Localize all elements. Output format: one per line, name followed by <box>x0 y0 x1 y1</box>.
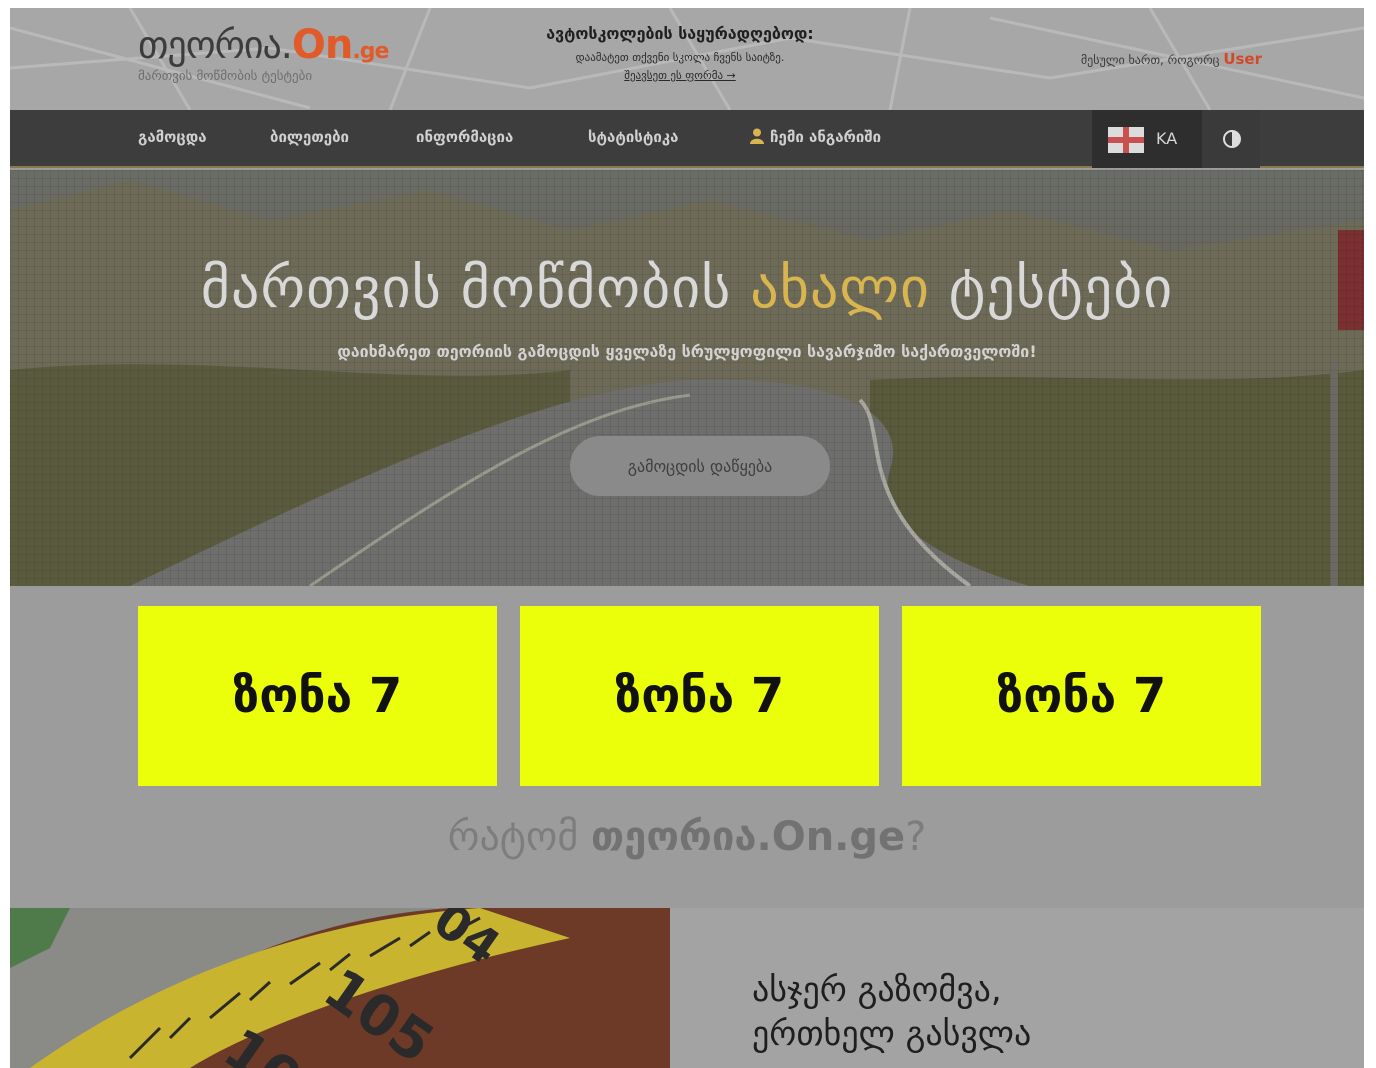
nav-item-exam[interactable]: გამოცდა <box>138 128 207 146</box>
logo-ge: .ge <box>352 39 389 64</box>
why-brand: თეორია.On.ge <box>591 814 906 860</box>
hero-overlay <box>10 170 1364 586</box>
ad-zone-2[interactable]: ზონა 7 <box>520 606 879 786</box>
why-heading: რატომ თეორია.On.ge? <box>10 814 1364 860</box>
georgia-flag-icon <box>1108 127 1144 153</box>
nav-item-statistics[interactable]: სტატისტიკა <box>588 128 678 146</box>
ad-zones-section: ზონა 7 ზონა 7 ზონა 7 რატომ თეორია.On.ge? <box>10 586 1364 908</box>
schools-notice: ავტოსკოლების საყურადღებოდ: დაამატეთ თქვე… <box>500 24 860 83</box>
measure-line2: ერთხელ გასვლა <box>752 1014 1032 1054</box>
notice-title: ავტოსკოლების საყურადღებოდ: <box>546 24 814 43</box>
notice-text: დაამატეთ თქვენი სკოლა ჩვენს საიტზე. <box>575 51 785 64</box>
site-logo[interactable]: თეორია.On.ge მართვის მოწმობის ტესტები <box>138 22 389 84</box>
main-nav: გამოცდა ბილეთები ინფორმაცია სტატისტიკა ჩ… <box>10 110 1364 168</box>
logo-text: თეორია. <box>138 23 293 67</box>
start-exam-button[interactable]: გამოცდის დაწყება <box>570 436 830 496</box>
nav-item-label: ჩემი ანგარიში <box>770 128 882 146</box>
hero-title: მართვის მოწმობის ახალი ტესტები <box>10 256 1364 321</box>
measure-slogan: ასჯერ გაზომვა, ერთხელ გასვლა <box>752 968 1031 1056</box>
user-greeting: მესული ხართ, როგორც User <box>1081 50 1262 68</box>
contrast-toggle[interactable] <box>1202 110 1260 168</box>
why-prefix: რატომ <box>447 814 579 860</box>
measuring-tape-image: 105 04 10 <box>10 908 670 1068</box>
logo-on: On <box>291 22 353 68</box>
nav-item-tickets[interactable]: ბილეთები <box>270 128 349 146</box>
user-name-link[interactable]: User <box>1223 50 1262 68</box>
language-label: KA <box>1156 129 1178 148</box>
hero-banner: მართვის მოწმობის ახალი ტესტები დაიხმარეთ… <box>10 170 1364 586</box>
ad-zone-1[interactable]: ზონა 7 <box>138 606 497 786</box>
page-frame: თეორია.On.ge მართვის მოწმობის ტესტები ავ… <box>10 8 1364 1068</box>
contrast-icon <box>1223 130 1241 148</box>
greeting-text: მესული ხართ, როგორც <box>1080 53 1220 67</box>
site-header: თეორია.On.ge მართვის მოწმობის ტესტები ავ… <box>10 8 1364 110</box>
measure-section: 105 04 10 ასჯერ გაზომვა, ერთხელ გასვლა <box>10 908 1364 1068</box>
why-suffix: ? <box>905 814 927 860</box>
hero-title-accent: ახალი <box>750 256 930 321</box>
hero-title-part2: ტესტები <box>948 256 1174 321</box>
notice-form-link[interactable]: შეავსეთ ეს ფორმა → <box>624 69 736 82</box>
hero-title-part1: მართვის მოწმობის <box>200 256 732 321</box>
nav-item-information[interactable]: ინფორმაცია <box>416 128 513 146</box>
ad-zone-3[interactable]: ზონა 7 <box>902 606 1261 786</box>
user-icon <box>750 128 764 144</box>
hero-subtitle: დაიხმარეთ თეორიის გამოცდის ყველაზე სრულყ… <box>337 342 1037 361</box>
nav-item-my-account[interactable]: ჩემი ანგარიში <box>750 128 881 146</box>
measure-line1: ასჯერ გაზომვა, <box>752 970 1002 1010</box>
language-switcher[interactable]: KA <box>1092 110 1202 168</box>
